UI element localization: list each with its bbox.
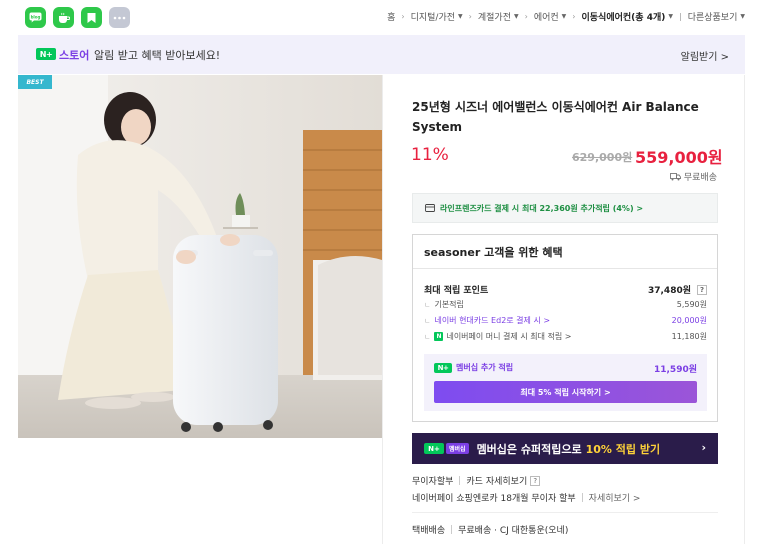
more-share-icon[interactable] — [109, 7, 130, 28]
product-photo — [18, 75, 382, 438]
breadcrumb-label: 다른상품보기 — [687, 13, 738, 23]
customer-benefit-box: seasoner 고객을 위한 혜택 최대 적립 포인트 37,480원 ? 기… — [412, 234, 718, 422]
naver-pay-icon: N — [434, 332, 444, 341]
breadcrumb-label: 에어컨 — [533, 13, 559, 23]
naver-plus-badge: N+ — [36, 48, 56, 60]
notice-text: 알림 받고 혜택 받아보세요! — [94, 49, 221, 62]
installment-row: 무이자할부 카드 자세히보기 ? — [412, 474, 541, 487]
breadcrumb-aircon[interactable]: 에어컨 ▼ — [534, 10, 566, 23]
product-title: 25년형 시즈너 에어밸런스 이동식에어컨 Air Balance System — [412, 100, 699, 134]
divider — [412, 512, 718, 513]
naver-plus-badge: N+ — [434, 362, 452, 373]
breadcrumb-label: 계절가전 — [477, 13, 511, 23]
cafe-share-icon[interactable] — [53, 7, 74, 28]
sale-price: 559,000원 — [635, 148, 723, 167]
benefit-row-value: 20,000원 — [671, 316, 707, 325]
divider — [451, 525, 453, 534]
divider — [459, 476, 461, 485]
caret-down-icon: ▼ — [513, 13, 519, 20]
delivery-row: 택배배송 무료배송 · CJ 대한통운(오네) — [412, 523, 568, 536]
installment-detail: 네이버페이 쇼핑엔로카 18개월 무이자 할부 — [412, 494, 576, 504]
benefit-heading: seasoner 고객을 위한 혜택 — [413, 235, 717, 269]
benefit-row-label-wrap: N 네이버페이 머니 결제 시 최대 적립 > — [424, 331, 571, 342]
original-price: 629,000원 — [572, 151, 633, 164]
super-banner-text: 멤버십은 슈퍼적립으로 — [476, 442, 582, 456]
notification-banner: N+ 스토어 알림 받고 혜택 받아보세요! 알림받기 > — [18, 35, 745, 74]
breadcrumb-label: 이동식에어컨(총 4개) — [581, 13, 666, 23]
installment-detail-row: 네이버페이 쇼핑엔로카 18개월 무이자 할부 자세히보기 > — [412, 491, 640, 504]
membership-badge: 멤버십 — [446, 443, 469, 454]
caret-down-icon: ▼ — [458, 13, 463, 20]
shipping-label: 무료배송 — [683, 173, 717, 183]
store-label: 스토어 — [59, 49, 90, 62]
benefit-row-basic: 기본적립 5,590원 — [424, 299, 707, 310]
benefit-row-card[interactable]: 네이버 현대카드 Ed2로 결제 시 > 20,000원 — [424, 315, 707, 326]
breadcrumb-seasonal[interactable]: 계절가전 ▼ — [478, 10, 519, 23]
card-benefit-banner[interactable]: 라인프렌즈카드 결제 시 최대 22,360원 추가적립 (4%) > — [412, 193, 718, 223]
credit-card-icon — [425, 204, 435, 212]
truck-icon — [669, 172, 681, 180]
installment-details-link[interactable]: 자세히보기 > — [589, 491, 641, 504]
delivery-text: 무료배송 · CJ 대한통운(오네) — [458, 526, 569, 536]
breadcrumb-portable-aircon[interactable]: 이동식에어컨(총 4개) ▼ — [581, 10, 673, 23]
discount-rate: 11% — [411, 145, 449, 165]
benefit-row-label: 네이버페이 머니 결제 시 최대 적립 > — [446, 332, 572, 341]
breadcrumb: 홈 › 디지털/가전 ▼ › 계절가전 ▼ › 에어컨 ▼ › 이동식에어컨(총 4개… — [387, 10, 745, 23]
card-benefit-text: 라인프렌즈카드 결제 시 최대 22,360원 추가적립 (4%) > — [440, 203, 644, 213]
bookmark-share-icon[interactable] — [81, 7, 102, 28]
breadcrumb-separator: › — [401, 12, 405, 21]
benefit-row-npay[interactable]: N 네이버페이 머니 결제 시 최대 적립 > 11,180원 — [424, 331, 707, 342]
max-points-row: 최대 적립 포인트 37,480원 ? — [424, 283, 707, 296]
max-points-label: 최대 적립 포인트 — [424, 286, 489, 296]
breadcrumb-separator: › — [572, 12, 576, 21]
super-banner-highlight: 10% 적립 받기 — [585, 442, 661, 456]
caret-down-icon: ▼ — [740, 13, 745, 20]
breadcrumb-separator: › — [468, 12, 472, 21]
breadcrumb-label: 디지털/가전 — [410, 13, 456, 23]
start-membership-button[interactable]: 최대 5% 적립 시작하기 > — [434, 381, 697, 403]
alarm-button[interactable]: 알림받기 > — [681, 48, 729, 63]
top-bar: blog 홈 › 디지털/가전 ▼ › 계절가전 ▼ › 에어컨 ▼ › 이동식에어컨… — [0, 0, 773, 34]
benefit-row-label: 기본적립 — [424, 299, 463, 310]
divider — [581, 493, 583, 502]
breadcrumb-digital[interactable]: 디지털/가전 ▼ — [411, 10, 463, 23]
product-image[interactable]: BEST — [18, 75, 382, 438]
benefit-row-value: 5,590원 — [676, 300, 707, 309]
blog-share-icon[interactable]: blog — [25, 7, 46, 28]
membership-label-wrap: N+ 멤버십 추가 적립 — [434, 362, 513, 373]
chevron-right-icon: › — [701, 441, 706, 454]
max-points-value-wrap: 37,480원 ? — [648, 283, 707, 296]
product-info-panel: 25년형 시즈너 에어밸런스 이동식에어컨 Air Balance System… — [382, 75, 745, 544]
installment-label: 무이자할부 — [412, 477, 454, 487]
membership-benefit-area: N+ 멤버십 추가 적립 11,590원 최대 5% 적립 시작하기 > — [424, 354, 707, 411]
super-points-banner[interactable]: N+ 멤버십 멤버십은 슈퍼적립으로 10% 적립 받기 › — [412, 433, 718, 464]
naver-plus-badge: N+ — [424, 443, 444, 454]
caret-down-icon: ▼ — [668, 13, 673, 20]
membership-label: 멤버십 추가 적립 — [456, 363, 514, 372]
svg-text:blog: blog — [31, 14, 41, 19]
breadcrumb-separator: › — [524, 12, 528, 21]
membership-badges: N+ 멤버십 — [424, 443, 469, 454]
share-icons: blog — [25, 7, 130, 28]
other-products-dropdown[interactable]: 다른상품보기 ▼ — [688, 10, 745, 23]
breadcrumb-label: 홈 — [387, 13, 396, 23]
max-points-value: 37,480원 — [647, 286, 691, 296]
best-badge: BEST — [18, 75, 52, 89]
breadcrumb-home[interactable]: 홈 — [387, 10, 395, 23]
card-details-link[interactable]: 카드 자세히보기 — [466, 474, 527, 487]
help-icon[interactable]: ? — [530, 475, 541, 486]
shipping-info: 무료배송 — [669, 170, 717, 183]
membership-value: 11,590원 — [653, 365, 697, 375]
breadcrumb-separator: | — [678, 12, 682, 21]
help-icon[interactable]: ? — [697, 284, 707, 295]
benefit-row-label: 네이버 현대카드 Ed2로 결제 시 > — [424, 315, 550, 326]
caret-down-icon: ▼ — [561, 13, 567, 20]
delivery-label: 택배배송 — [412, 526, 446, 536]
benefit-row-value: 11,180원 — [671, 332, 707, 341]
